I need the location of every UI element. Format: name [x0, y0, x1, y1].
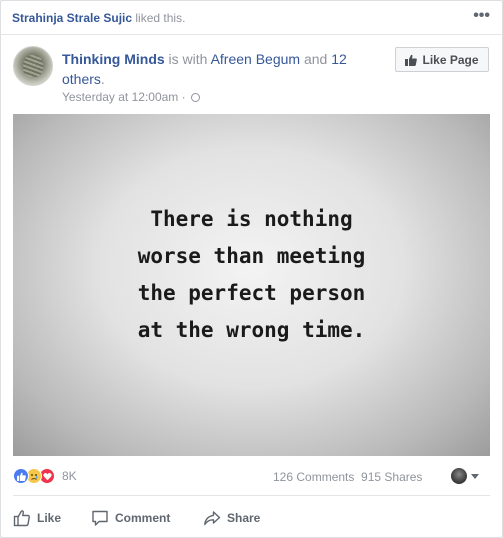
reaction-count[interactable]: 8K — [62, 469, 77, 483]
globe-icon[interactable] — [191, 93, 200, 102]
and-text: and — [303, 51, 328, 67]
meta-separator: · — [181, 90, 186, 104]
quote-line: There is nothing — [150, 207, 353, 231]
thumbs-up-icon — [405, 54, 418, 66]
post-image[interactable]: There is nothing worse than meeting the … — [13, 114, 490, 456]
quote-text: There is nothing worse than meeting the … — [13, 201, 490, 349]
more-options-button[interactable]: ••• — [473, 8, 490, 24]
chevron-down-icon — [471, 473, 479, 479]
like-reaction-icon — [13, 468, 29, 484]
post-card: Strahinja Strale Sujic liked this. ••• T… — [0, 0, 503, 538]
thumbs-up-outline-icon — [13, 510, 30, 527]
divider — [13, 495, 490, 496]
liked-by-bar: Strahinja Strale Sujic liked this. ••• — [1, 1, 502, 35]
comments-count-link[interactable]: 126 Comments — [273, 470, 354, 484]
share-label: Share — [227, 511, 261, 525]
with-text: is with — [168, 51, 208, 67]
tagged-person-link[interactable]: Afreen Begum — [211, 51, 301, 67]
quote-line: the perfect person — [137, 281, 366, 305]
like-button[interactable]: Like — [13, 505, 61, 531]
like-page-button[interactable]: Like Page — [395, 47, 489, 72]
page-name-link[interactable]: Thinking Minds — [62, 51, 165, 67]
viewer-avatar — [451, 468, 467, 484]
viewer-selector[interactable] — [451, 468, 479, 484]
page-avatar[interactable] — [13, 46, 53, 86]
quote-line: at the wrong time. — [137, 318, 366, 342]
share-arrow-icon — [204, 511, 221, 526]
comment-button[interactable]: Comment — [91, 505, 170, 531]
like-label: Like — [37, 511, 62, 525]
header-period: . — [100, 71, 105, 87]
liked-by-suffix: liked this. — [135, 11, 186, 25]
post-timestamp[interactable]: Yesterday at 12:00am — [62, 90, 178, 104]
reactions-summary[interactable]: 8K — [13, 468, 77, 484]
share-button[interactable]: Share — [203, 505, 260, 531]
liked-by-name-link[interactable]: Strahinja Strale Sujic — [12, 11, 132, 25]
like-page-label: Like Page — [422, 52, 479, 67]
comment-label: Comment — [115, 511, 171, 525]
post-stats: 126 Comments 915 Shares — [273, 470, 422, 484]
shares-count-link[interactable]: 915 Shares — [361, 470, 422, 484]
post-meta: Yesterday at 12:00am · — [62, 90, 200, 104]
comment-icon — [92, 510, 108, 526]
quote-line: worse than meeting — [137, 244, 366, 268]
liked-by-text: Strahinja Strale Sujic liked this. — [12, 11, 185, 25]
post-header: Thinking Minds is with Afreen Begum and … — [62, 49, 382, 89]
